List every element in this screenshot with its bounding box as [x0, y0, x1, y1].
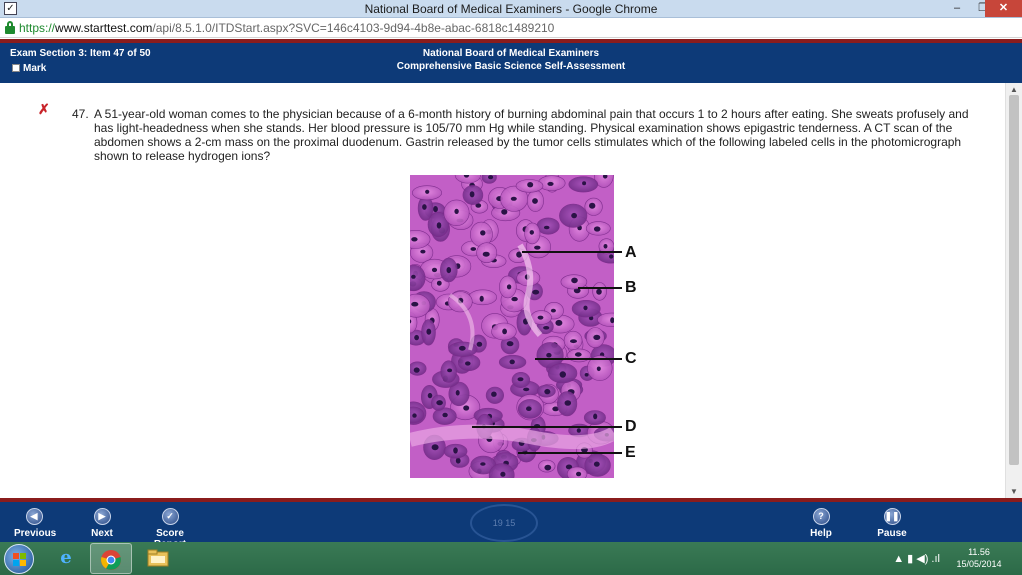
address-bar[interactable]: https://www.starttest.com/api/8.5.1.0/IT… — [0, 18, 1022, 38]
photomicrograph — [410, 175, 614, 478]
internet-explorer-icon: e — [60, 547, 72, 568]
help-label: Help — [810, 528, 832, 539]
screen: ✓ National Board of Medical Examiners - … — [0, 0, 1022, 575]
pause-icon: ❚❚ — [883, 508, 901, 525]
taskbar-clock[interactable]: 11.56 15/05/2014 — [944, 546, 1014, 570]
question-stem: A 51-year-old woman comes to the physici… — [94, 107, 969, 163]
next-button[interactable]: ▶ Next — [88, 508, 116, 539]
next-label: Next — [91, 528, 113, 539]
window-title: National Board of Medical Examiners - Go… — [364, 2, 658, 16]
window-title-bar: ✓ National Board of Medical Examiners - … — [0, 0, 1022, 18]
previous-arrow-icon: ◀ — [25, 508, 43, 525]
image-label-a: A — [625, 244, 637, 261]
strikethrough-icon[interactable]: ✗ — [38, 101, 50, 118]
system-tray-icons[interactable]: ▲ ▮ ◀) .ıl — [893, 552, 940, 565]
minimize-button[interactable]: – — [944, 0, 970, 17]
pause-button[interactable]: ❚❚ Pause — [876, 508, 908, 539]
help-button[interactable]: ? Help — [807, 508, 835, 539]
vertical-scrollbar[interactable]: ▲ ▼ — [1005, 83, 1022, 498]
exam-header: Exam Section 3: Item 47 of 50 Mark Natio… — [0, 39, 1022, 83]
previous-button[interactable]: ◀ Previous — [14, 508, 57, 539]
seal-text: 19 15 — [492, 518, 516, 528]
image-label-d: D — [625, 418, 637, 435]
clock-time: 11.56 — [968, 547, 990, 557]
scroll-down-icon[interactable]: ▼ — [1010, 487, 1018, 496]
exam-navigation-bar: ◀ Previous ▶ Next ✓ Score Report 19 15 ?… — [0, 498, 1022, 550]
image-label-c: C — [625, 350, 637, 367]
score-report-check-icon: ✓ — [161, 508, 179, 525]
chrome-icon — [100, 549, 122, 570]
question-panel: ✗ 47. A 51-year-old woman comes to the p… — [0, 83, 1005, 498]
lock-icon — [5, 21, 15, 34]
scrollbar-thumb[interactable] — [1009, 95, 1019, 465]
windows-flag-icon — [13, 553, 26, 566]
windows-taskbar: e ▲ ▮ ◀) .ıl 11.56 15/05/2014 — [0, 542, 1022, 575]
exam-subtitle: Comprehensive Basic Science Self-Assessm… — [396, 61, 626, 72]
folder-icon — [147, 548, 169, 568]
url-path: /api/8.5.1.0/ITDStart.aspx?SVC=146c4103-… — [152, 21, 555, 35]
taskbar-chrome[interactable] — [90, 543, 132, 574]
organization-title: National Board of Medical Examiners — [422, 48, 600, 59]
previous-label: Previous — [14, 528, 57, 539]
start-button[interactable] — [4, 544, 34, 574]
url-scheme: https:// — [19, 21, 56, 35]
url-host: www.starttest.com — [55, 21, 153, 35]
next-arrow-icon: ▶ — [93, 508, 111, 525]
image-label-e: E — [625, 444, 636, 461]
image-label-b: B — [625, 279, 637, 296]
url-text[interactable]: https://www.starttest.com/api/8.5.1.0/IT… — [19, 21, 554, 35]
scroll-up-icon[interactable]: ▲ — [1010, 85, 1018, 94]
nbme-seal-logo: 19 15 — [470, 504, 538, 542]
close-button[interactable]: ✕ — [985, 0, 1022, 17]
help-question-icon: ? — [812, 508, 830, 525]
question-number: 47. — [72, 107, 89, 121]
clock-date: 15/05/2014 — [956, 559, 1002, 569]
taskbar-internet-explorer[interactable]: e — [46, 543, 88, 574]
pause-label: Pause — [877, 528, 907, 539]
taskbar-file-explorer[interactable] — [138, 543, 180, 574]
